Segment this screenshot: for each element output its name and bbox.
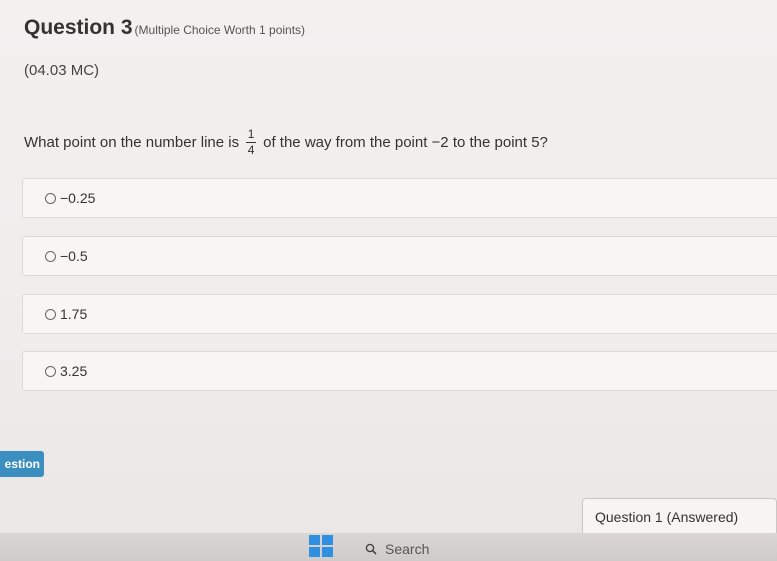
radio-button[interactable] — [45, 365, 56, 377]
question-header: Question 3 (Multiple Choice Worth 1 poin… — [24, 16, 305, 40]
windows-start-icon[interactable] — [309, 535, 333, 557]
radio-button[interactable] — [45, 250, 56, 262]
question-code: (04.03 MC) — [24, 62, 100, 79]
choice-option-2[interactable]: −0.5 — [22, 236, 777, 276]
question-1-answered-button[interactable]: Question 1 (Answered) — [582, 498, 777, 536]
taskbar-search[interactable]: Search — [365, 541, 429, 557]
choice-option-1[interactable]: −0.25 — [22, 178, 777, 218]
prompt-text-after: of the way from the point −2 to the poin… — [263, 134, 548, 151]
question-prompt: What point on the number line is 1 4 of … — [24, 128, 548, 157]
fraction-denominator: 4 — [247, 143, 255, 157]
choice-option-4[interactable]: 3.25 — [22, 351, 777, 391]
search-label: Search — [385, 541, 430, 557]
choice-label: −0.5 — [60, 248, 88, 264]
question-type: (Multiple Choice Worth 1 points) — [134, 23, 306, 37]
choice-option-3[interactable]: 1.75 — [22, 294, 777, 334]
fraction: 1 4 — [246, 127, 257, 157]
radio-button[interactable] — [45, 192, 56, 204]
choice-label: 1.75 — [60, 306, 88, 322]
fraction-numerator: 1 — [247, 127, 255, 141]
choice-label: 3.25 — [60, 363, 88, 379]
question-title: Question 3 — [24, 16, 133, 39]
radio-button[interactable] — [45, 308, 56, 320]
search-icon — [365, 543, 377, 555]
choice-label: −0.25 — [60, 190, 96, 206]
question-nav-tab[interactable]: estion — [0, 451, 44, 477]
prompt-text-before: What point on the number line is — [24, 134, 240, 151]
